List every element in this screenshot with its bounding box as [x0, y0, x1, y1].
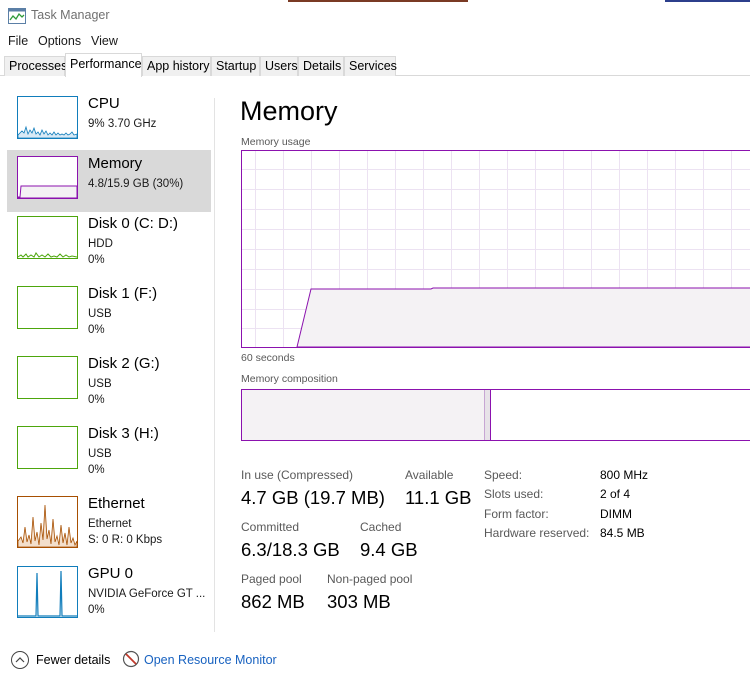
sidebar-item-usage: 0%: [88, 464, 105, 476]
cached-label: Cached: [360, 520, 402, 534]
resource-monitor-icon: [122, 650, 140, 668]
hardware-reserved-label: Hardware reserved:: [484, 526, 590, 540]
gpu-thumbnail-graph: [17, 566, 78, 618]
memory-composition-bar: [241, 389, 750, 441]
sidebar-item-throughput: S: 0 R: 0 Kbps: [88, 534, 163, 546]
sidebar-item-gpu-0[interactable]: GPU 0 NVIDIA GeForce GT ... 0%: [7, 560, 211, 622]
task-manager-icon: [8, 8, 26, 24]
memory-usage-label: Memory usage: [241, 136, 311, 148]
disk-thumbnail-graph: [17, 356, 78, 399]
memory-thumbnail-graph: [17, 156, 78, 199]
sidebar-item-usage: 0%: [88, 394, 105, 406]
committed-label: Committed: [241, 520, 300, 534]
menu-bar: File Options View: [0, 32, 750, 52]
background-edge: [288, 0, 468, 2]
tab-startup[interactable]: Startup: [211, 56, 260, 76]
sidebar-item-usage: 0%: [88, 604, 105, 616]
sidebar-item-disk-1[interactable]: Disk 1 (F:) USB 0%: [7, 280, 211, 342]
sidebar-item-cpu[interactable]: CPU 9% 3.70 GHz: [7, 90, 211, 152]
tab-services[interactable]: Services: [344, 56, 397, 76]
available-label: Available: [405, 468, 454, 482]
sidebar-item-label: Disk 2 (G:): [88, 355, 160, 372]
sidebar-item-label: Disk 1 (F:): [88, 285, 158, 302]
menu-view[interactable]: View: [91, 34, 118, 48]
sidebar-item-label: Ethernet: [88, 495, 145, 512]
paged-pool-value: 862 MB: [241, 591, 305, 612]
form-factor-label: Form factor:: [484, 507, 549, 521]
cached-value: 9.4 GB: [360, 539, 418, 560]
ethernet-thumbnail-graph: [17, 496, 78, 548]
form-factor-value: DIMM: [600, 507, 632, 521]
sidebar-item-detail: USB: [88, 448, 112, 460]
speed-label: Speed:: [484, 468, 523, 482]
memory-composition-label: Memory composition: [241, 373, 338, 385]
background-edge: [665, 0, 750, 2]
tab-users[interactable]: Users: [260, 56, 298, 76]
time-span-label: 60 seconds: [241, 352, 295, 364]
sidebar-item-detail: NVIDIA GeForce GT ...: [88, 588, 206, 600]
hardware-reserved-value: 84.5 MB: [600, 526, 645, 540]
fewer-details-button[interactable]: Fewer details: [10, 650, 110, 670]
window-title: Task Manager: [31, 8, 110, 22]
in-use-label: In use (Compressed): [241, 468, 354, 482]
available-value: 11.1 GB: [405, 487, 472, 508]
sidebar-item-disk-3[interactable]: Disk 3 (H:) USB 0%: [7, 420, 211, 482]
tab-strip: Processes Performance App history Startu…: [0, 53, 750, 77]
non-paged-pool-value: 303 MB: [327, 591, 391, 612]
sidebar-item-memory[interactable]: Memory 4.8/15.9 GB (30%): [7, 150, 211, 212]
committed-value: 6.3/18.3 GB: [241, 539, 340, 560]
sidebar-item-detail: 9% 3.70 GHz: [88, 118, 157, 130]
title-bar: Task Manager: [0, 0, 750, 32]
sidebar-item-usage: 0%: [88, 254, 105, 266]
sidebar-item-detail: HDD: [88, 238, 113, 250]
footer-bar: Fewer details Open Resource Monitor: [0, 640, 750, 681]
menu-options[interactable]: Options: [38, 34, 81, 48]
slots-used-label: Slots used:: [484, 487, 544, 501]
sidebar-item-detail: USB: [88, 378, 112, 390]
sidebar-item-detail: USB: [88, 308, 112, 320]
sidebar-item-label: Disk 3 (H:): [88, 425, 159, 442]
tab-details[interactable]: Details: [298, 56, 344, 76]
non-paged-pool-label: Non-paged pool: [327, 572, 413, 586]
sidebar-item-label: GPU 0: [88, 565, 134, 582]
tab-app-history[interactable]: App history: [142, 56, 211, 76]
sidebar-item-detail: 4.8/15.9 GB (30%): [88, 178, 184, 190]
disk-thumbnail-graph: [17, 286, 78, 329]
paged-pool-label: Paged pool: [241, 572, 302, 586]
sidebar-item-label: Disk 0 (C: D:): [88, 215, 178, 232]
menu-file[interactable]: File: [8, 34, 28, 48]
sidebar-divider: [214, 98, 215, 632]
page-title: Memory: [240, 96, 338, 126]
memory-usage-graph: [241, 150, 750, 348]
slots-used-value: 2 of 4: [600, 487, 631, 501]
fewer-details-label: Fewer details: [36, 653, 111, 667]
sidebar-item-disk-2[interactable]: Disk 2 (G:) USB 0%: [7, 350, 211, 412]
sidebar-item-disk-0[interactable]: Disk 0 (C: D:) HDD 0%: [7, 210, 211, 272]
sidebar-item-label: Memory: [88, 155, 143, 172]
sidebar-item-ethernet[interactable]: Ethernet Ethernet S: 0 R: 0 Kbps: [7, 490, 211, 552]
sidebar-item-usage: 0%: [88, 324, 105, 336]
disk-thumbnail-graph: [17, 216, 78, 259]
tab-performance[interactable]: Performance: [65, 53, 142, 77]
speed-value: 800 MHz: [600, 468, 649, 482]
chevron-up-circle-icon: [11, 651, 29, 669]
sidebar-item-label: CPU: [88, 95, 120, 112]
disk-thumbnail-graph: [17, 426, 78, 469]
cpu-thumbnail-graph: [17, 96, 78, 139]
open-resource-monitor-link[interactable]: Open Resource Monitor: [122, 650, 282, 670]
tab-processes[interactable]: Processes: [4, 56, 67, 76]
in-use-value: 4.7 GB (19.7 MB): [241, 487, 385, 508]
sidebar-item-detail: Ethernet: [88, 518, 132, 530]
open-resource-monitor-label: Open Resource Monitor: [144, 653, 277, 667]
